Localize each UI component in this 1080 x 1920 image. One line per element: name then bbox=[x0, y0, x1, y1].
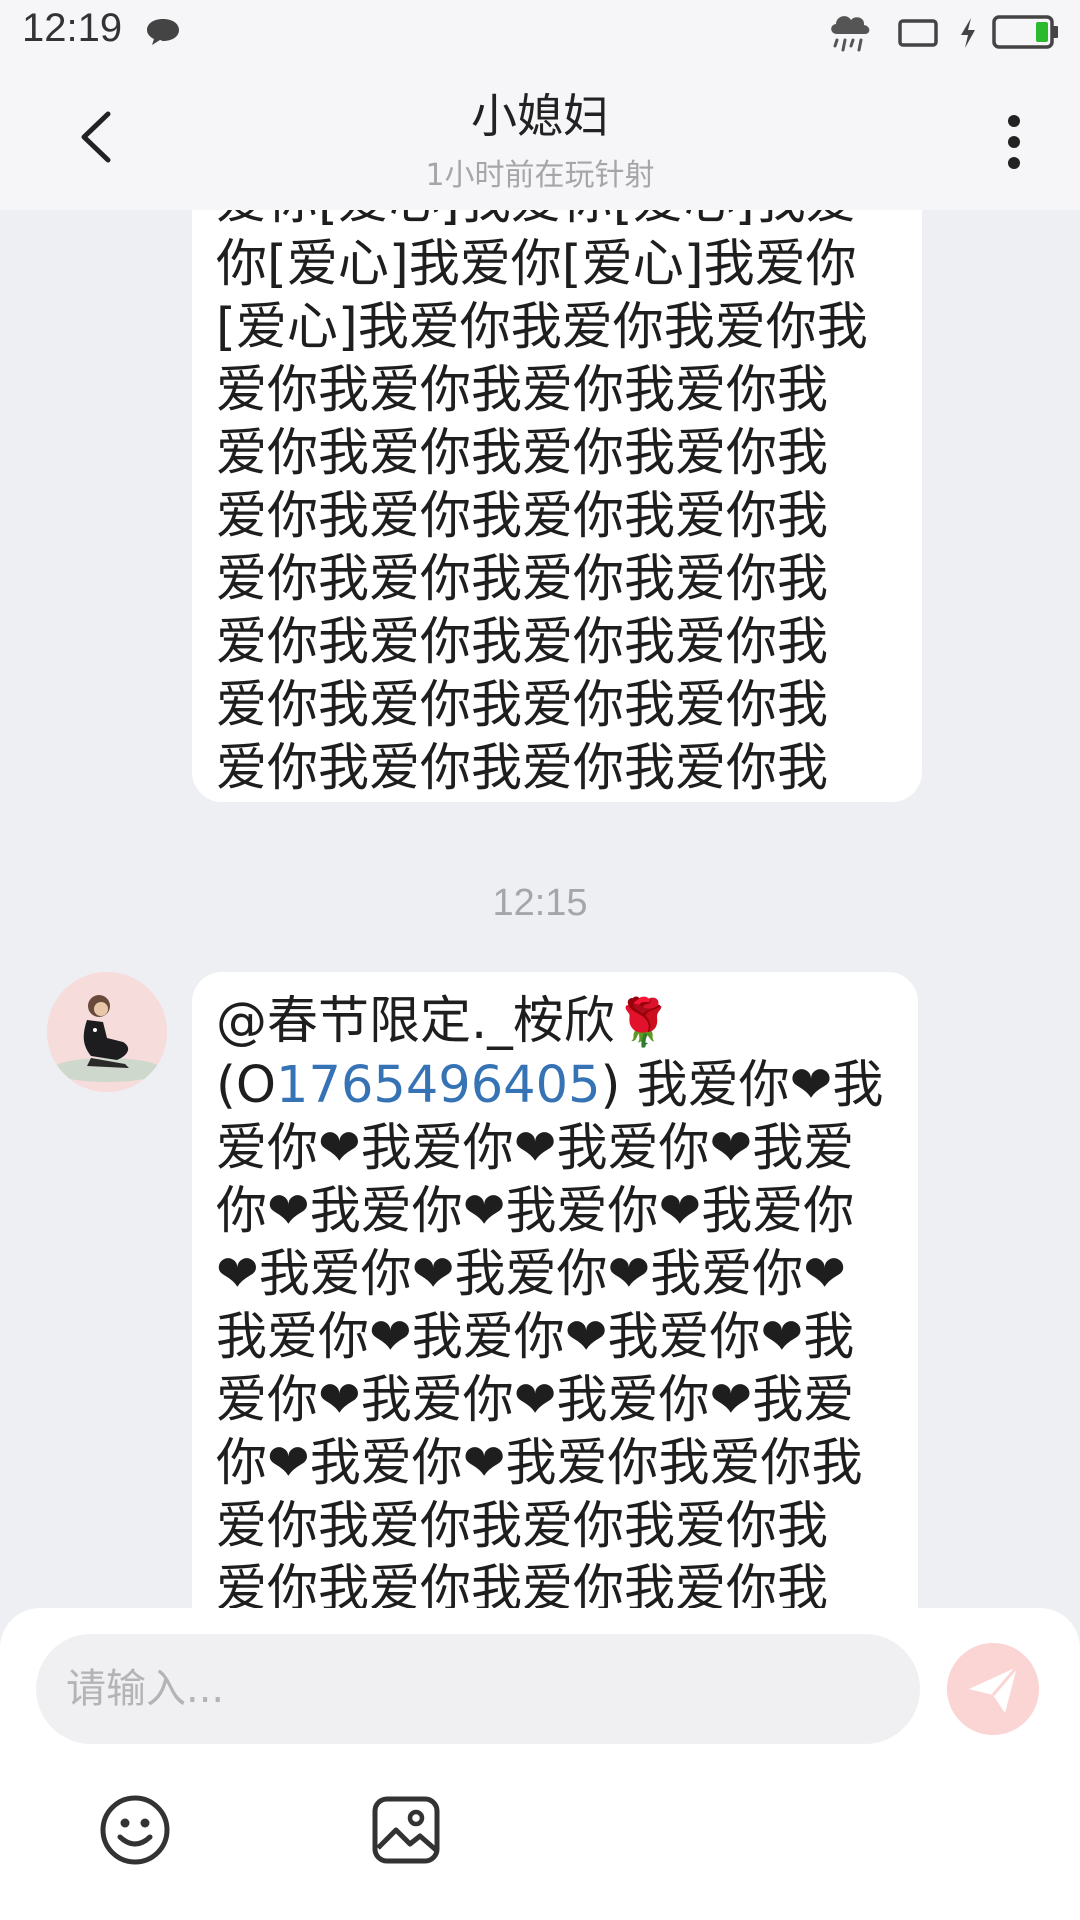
rose-emoji: 🌹 bbox=[614, 995, 672, 1049]
mention-link[interactable]: @春节限定._桉欣 bbox=[216, 992, 615, 1051]
chat-bubble-icon bbox=[147, 19, 179, 45]
composer bbox=[0, 1608, 1080, 1920]
chat-header: 小媳妇 1小时前在玩针射 bbox=[0, 62, 1080, 210]
weather-rain-icon bbox=[831, 16, 870, 52]
image-icon[interactable] bbox=[370, 1794, 442, 1866]
status-time: 12:19 bbox=[22, 6, 123, 50]
message-bubble[interactable]: @春节限定._桉欣🌹 (O1765496405) 我爱你❤我 爱你❤我爱你❤我爱你❤… bbox=[192, 972, 918, 1610]
phone-link[interactable]: 1765496405 bbox=[276, 1056, 600, 1115]
tablet-icon bbox=[898, 19, 938, 47]
send-button[interactable] bbox=[947, 1643, 1039, 1735]
message-bubble[interactable]: 爱你[爱心]我爱你[爱心]我爱你[爱心]我爱你[爱心]我爱你[爱心]我爱你我爱你… bbox=[192, 210, 922, 802]
message-input[interactable] bbox=[36, 1634, 920, 1744]
chat-title: 小媳妇 bbox=[471, 89, 609, 143]
avatar[interactable] bbox=[47, 972, 167, 1092]
message-timestamp: 12:15 bbox=[492, 882, 588, 924]
status-bar: 12:19 bbox=[0, 0, 1080, 62]
message-list[interactable]: 爱你[爱心]我爱你[爱心]我爱你[爱心]我爱你[爱心]我爱你[爱心]我爱你我爱你… bbox=[0, 210, 1080, 1610]
charging-icon bbox=[961, 18, 975, 48]
more-vertical-icon[interactable] bbox=[992, 107, 1036, 177]
message-text: 爱你[爱心]我爱你[爱心]我爱你[爱心]我爱你[爱心]我爱你[爱心]我爱你我爱你… bbox=[216, 210, 868, 798]
avatar-image bbox=[47, 972, 167, 1092]
chat-subtitle: 1小时前在玩针射 bbox=[425, 158, 655, 193]
message-text: @春节限定._桉欣🌹 (O1765496405) 我爱你❤我 爱你❤我爱你❤我爱你❤… bbox=[216, 992, 884, 1610]
battery-icon bbox=[992, 15, 1058, 49]
smiley-icon[interactable] bbox=[98, 1793, 172, 1867]
